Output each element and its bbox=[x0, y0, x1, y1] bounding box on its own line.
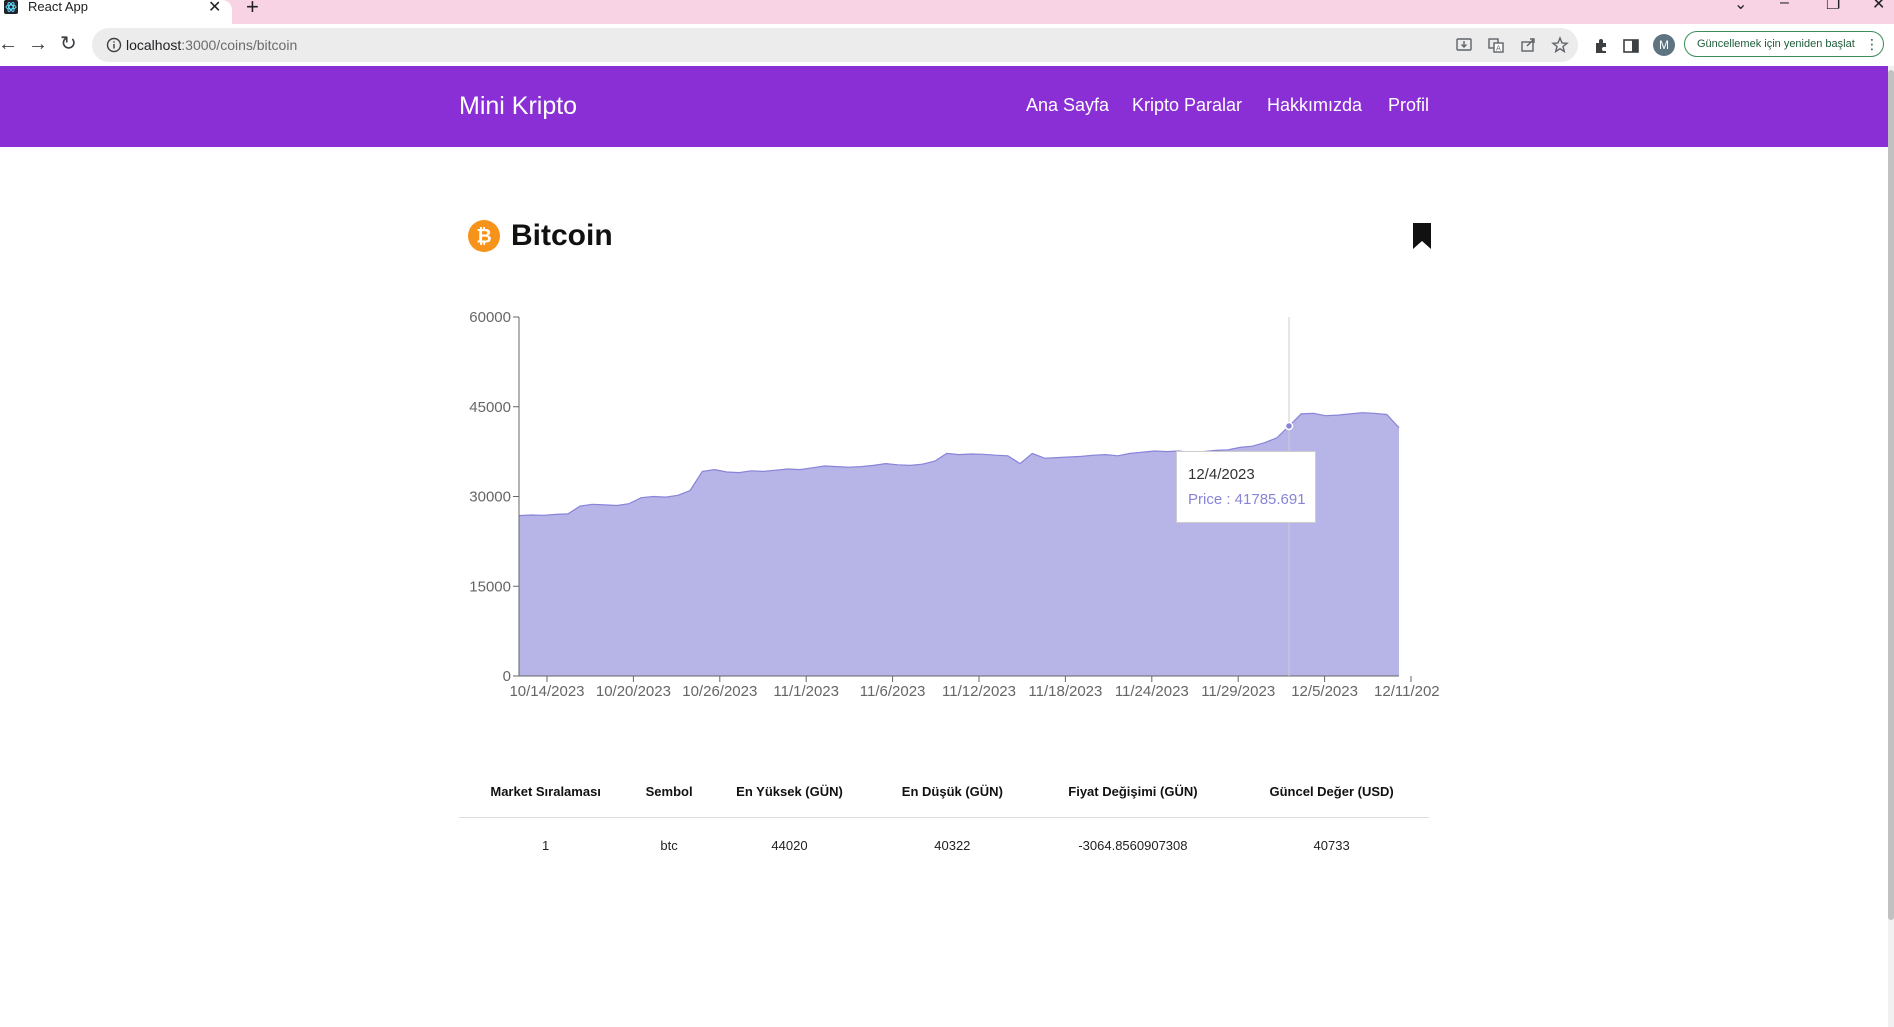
minimize-icon[interactable]: – bbox=[1780, 0, 1789, 12]
tooltip-price: Price : 41785.691 bbox=[1188, 491, 1306, 508]
y-tick-label: 45000 bbox=[469, 399, 511, 416]
translate-icon[interactable]: A bbox=[1487, 36, 1505, 54]
site-header: Mini Kripto Ana Sayfa Kripto Paralar Hak… bbox=[0, 66, 1888, 147]
star-icon[interactable] bbox=[1551, 36, 1569, 54]
active-point[interactable] bbox=[1284, 421, 1294, 431]
tab-title: React App bbox=[28, 0, 88, 14]
url-host: localhost bbox=[126, 37, 182, 53]
bookmark-icon[interactable] bbox=[1412, 223, 1432, 249]
header-high: En Yüksek (GÜN) bbox=[705, 765, 874, 818]
back-icon[interactable]: ← bbox=[0, 34, 18, 54]
x-tick-label: 12/5/2023 bbox=[1291, 683, 1358, 700]
brand-logo[interactable]: Mini Kripto bbox=[459, 92, 577, 121]
svg-text:A: A bbox=[1496, 45, 1501, 53]
profile-avatar[interactable]: M bbox=[1653, 34, 1675, 56]
extensions-icon[interactable] bbox=[1592, 37, 1610, 55]
update-restart-label: Güncellemek için yeniden başlat bbox=[1697, 38, 1855, 50]
address-bar[interactable]: localhost:3000/coins/bitcoin A bbox=[92, 28, 1578, 62]
cell-low: 40322 bbox=[934, 837, 971, 853]
side-panel-icon[interactable] bbox=[1622, 37, 1640, 55]
chart-tooltip: 12/4/2023 Price : 41785.691 bbox=[1176, 451, 1316, 523]
forward-icon[interactable]: → bbox=[28, 34, 48, 54]
coin-stats-table: Market Sıralaması Sembol En Yüksek (GÜN)… bbox=[459, 765, 1429, 872]
svg-text:₿: ₿ bbox=[476, 226, 491, 248]
x-tick-label: 11/29/2023 bbox=[1201, 683, 1275, 700]
nav-home[interactable]: Ana Sayfa bbox=[1026, 95, 1109, 116]
header-market-rank: Market Sıralaması bbox=[459, 765, 633, 818]
browser-tab[interactable]: React App ✕ bbox=[0, 0, 232, 24]
tab-search-icon[interactable]: ⌄ bbox=[1734, 0, 1747, 14]
x-tick-label: 11/6/2023 bbox=[860, 683, 926, 700]
tab-close-icon[interactable]: ✕ bbox=[208, 0, 221, 17]
cell-price-change: -3064.8560907308 bbox=[1078, 837, 1188, 853]
table-row: 1 btc 44020 40322 -3064.8560907308 40733 bbox=[459, 818, 1429, 873]
header-symbol: Sembol bbox=[632, 765, 706, 818]
coin-title: Bitcoin bbox=[511, 219, 613, 252]
nav-profile[interactable]: Profil bbox=[1388, 95, 1429, 116]
install-icon[interactable] bbox=[1455, 36, 1473, 54]
url-text: localhost:3000/coins/bitcoin bbox=[126, 37, 297, 53]
info-icon[interactable] bbox=[106, 37, 122, 53]
header-low: En Düşük (GÜN) bbox=[873, 765, 1032, 818]
header-price-change: Fiyat Değişimi (GÜN) bbox=[1031, 765, 1235, 818]
x-tick-label: 11/24/2023 bbox=[1115, 683, 1189, 700]
y-tick-label: 30000 bbox=[469, 489, 511, 506]
browser-tab-strip: React App ✕ + ⌄ – ❐ ✕ bbox=[0, 0, 1894, 24]
x-tick-label: 11/18/2023 bbox=[1028, 683, 1102, 700]
close-window-icon[interactable]: ✕ bbox=[1872, 0, 1885, 14]
cell-market-rank: 1 bbox=[542, 837, 550, 853]
new-tab-icon[interactable]: + bbox=[246, 0, 259, 20]
tooltip-date: 12/4/2023 bbox=[1188, 466, 1255, 483]
x-tick-label: 11/1/2023 bbox=[773, 683, 839, 700]
reload-icon[interactable]: ↻ bbox=[60, 34, 77, 54]
more-menu-icon[interactable]: ⋮ bbox=[1865, 32, 1879, 56]
header-current-value: Güncel Değer (USD) bbox=[1234, 765, 1429, 818]
x-tick-label: 11/12/2023 bbox=[942, 683, 1016, 700]
cell-symbol: btc bbox=[660, 837, 678, 853]
share-icon[interactable] bbox=[1519, 36, 1537, 54]
browser-toolbar: ← → ↻ localhost:3000/coins/bitcoin A M G… bbox=[0, 24, 1894, 66]
restore-icon[interactable]: ❐ bbox=[1826, 0, 1840, 14]
react-icon bbox=[4, 0, 18, 14]
table-header-row: Market Sıralaması Sembol En Yüksek (GÜN)… bbox=[459, 765, 1429, 818]
update-restart-button[interactable]: Güncellemek için yeniden başlat ⋮ bbox=[1684, 31, 1884, 57]
x-tick-label: 10/20/2023 bbox=[596, 683, 671, 700]
nav-cryptocurrencies[interactable]: Kripto Paralar bbox=[1132, 95, 1242, 116]
scrollbar-thumb[interactable] bbox=[1888, 70, 1894, 920]
cell-current-value: 40733 bbox=[1313, 837, 1350, 853]
nav-about[interactable]: Hakkımızda bbox=[1267, 95, 1362, 116]
url-path: :3000/coins/bitcoin bbox=[181, 37, 298, 53]
x-tick-label: 10/26/2023 bbox=[682, 683, 757, 700]
bitcoin-icon: ₿ bbox=[468, 220, 500, 252]
y-tick-label: 15000 bbox=[469, 578, 511, 595]
x-tick-label: 12/11/2023 bbox=[1374, 683, 1440, 700]
y-tick-label: 60000 bbox=[469, 309, 511, 326]
cell-high: 44020 bbox=[771, 837, 808, 853]
x-tick-label: 10/14/2023 bbox=[509, 683, 584, 700]
